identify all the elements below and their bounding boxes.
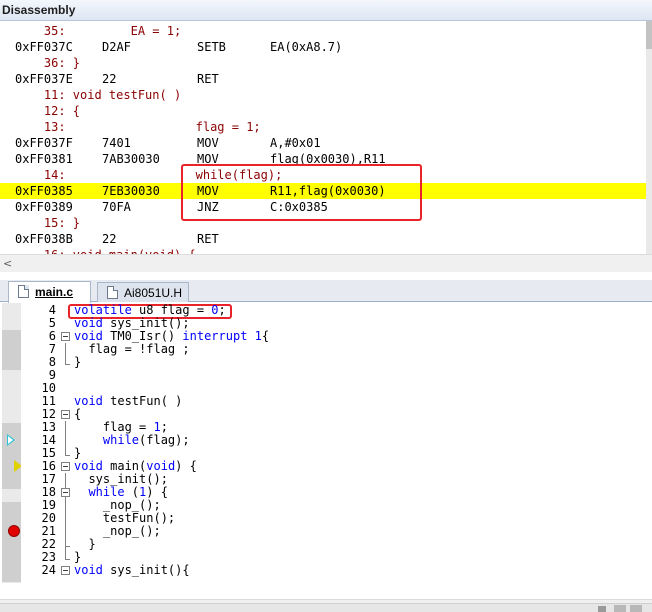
tab-label: Ai8051U.H [124, 286, 183, 300]
breakpoint-icon[interactable] [8, 525, 20, 537]
instruction-address: 0xFF037E [15, 72, 73, 86]
gutter-code-block [2, 502, 21, 582]
tab-main-c[interactable]: main.c [8, 281, 91, 303]
instruction-mnemonic: RET [197, 72, 219, 86]
source-text: 11: void testFun( ) [15, 88, 182, 102]
disassembly-instruction-line[interactable]: 0xFF037C D2AF SETB EA(0xA8.7) [0, 39, 646, 55]
fold-end [65, 364, 70, 365]
fold-toggle-icon[interactable] [61, 564, 71, 577]
bottom-scrollbar[interactable] [0, 603, 652, 612]
disassembly-source-line[interactable]: 13: flag = 1; [0, 119, 646, 135]
code-line[interactable]: } [74, 538, 644, 551]
instruction-opcode: 7EB30030 [102, 184, 160, 198]
scroll-button[interactable] [614, 605, 626, 612]
disassembly-vertical-scrollbar[interactable] [646, 21, 652, 254]
code-line[interactable]: void testFun( ) [74, 395, 644, 408]
tab-ai8051u-h[interactable]: Ai8051U.H [97, 282, 189, 302]
cyan-arrow-icon [7, 434, 15, 446]
instruction-mnemonic: SETB [197, 40, 226, 54]
fold-line [65, 421, 66, 455]
fold-toggle-icon[interactable] [61, 330, 71, 343]
disassembly-source-line[interactable]: 35: EA = 1; [0, 23, 646, 39]
fold-end [65, 455, 70, 456]
disassembly-title-bar: Disassembly [0, 0, 652, 21]
disassembly-title: Disassembly [2, 3, 76, 17]
disassembly-horizontal-scrollbar[interactable]: < [0, 254, 652, 272]
fold-toggle-icon[interactable] [61, 460, 71, 473]
instruction-opcode: 22 [102, 72, 117, 86]
instruction-opcode: 70FA [102, 200, 131, 214]
line-number: 24 [41, 563, 56, 577]
code-line[interactable]: void sys_init(){ [74, 564, 644, 577]
tab-label: main.c [35, 285, 74, 299]
instruction-address: 0xFF0381 [15, 152, 73, 166]
gutter-code-block [2, 330, 21, 370]
editor-gutter[interactable] [2, 303, 22, 583]
instruction-address: 0xFF037C [15, 40, 73, 54]
source-text: 16: void main(void) { [15, 247, 196, 254]
instruction-operands: EA(0xA8.7) [270, 40, 343, 54]
instruction-opcode: 7AB30030 [102, 152, 160, 166]
disassembly-source-line[interactable]: 12: { [0, 103, 646, 119]
scroll-button[interactable] [630, 605, 642, 612]
gutter-code-block [2, 423, 21, 489]
disassembly-source-line[interactable]: 36: } [0, 55, 646, 71]
source-text: 12: { [15, 104, 81, 118]
code-line[interactable] [74, 369, 644, 382]
fold-line [65, 343, 66, 364]
file-icon [107, 286, 118, 299]
code-line[interactable]: _nop_(); [74, 525, 644, 538]
code-line[interactable]: } [74, 356, 644, 369]
instruction-address: 0xFF038B [15, 232, 73, 246]
scrollbar-thumb[interactable] [598, 606, 606, 612]
instruction-operands: A,#0x01 [270, 136, 321, 150]
disassembly-instruction-line[interactable]: 0xFF037E 22 RET [0, 71, 646, 87]
code-line[interactable]: while(flag); [74, 434, 644, 447]
disassembly-instruction-line[interactable]: 0xFF037F 7401 MOV A,#0x01 [0, 135, 646, 151]
fold-end [65, 559, 70, 560]
line-numbers: 4 5 6 7 8 9 10 11 12 13 14 15 16 17 18 19 20 21 22 23 24 [21, 303, 59, 583]
source-text: 36: } [15, 56, 81, 70]
instruction-address: 0xFF0389 [15, 200, 73, 214]
code-line[interactable]: flag = !flag ; [74, 343, 644, 356]
instruction-address: 0xFF037F [15, 136, 73, 150]
instruction-mnemonic: RET [197, 232, 219, 246]
source-text: 13: flag = 1; [15, 120, 261, 134]
panel-splitter[interactable] [0, 272, 652, 280]
disassembly-source-line[interactable]: 16: void main(void) { [0, 247, 646, 254]
source-text: 15: } [15, 216, 81, 230]
fold-toggle-icon[interactable] [61, 408, 71, 421]
editor-tab-bar: main.c Ai8051U.H [0, 280, 652, 303]
scroll-left-icon[interactable]: < [3, 257, 12, 270]
fold-toggle-icon[interactable] [61, 486, 71, 499]
scrollbar-thumb[interactable] [646, 21, 652, 49]
instruction-opcode: D2AF [102, 40, 131, 54]
instruction-opcode: 7401 [102, 136, 131, 150]
disassembly-instruction-line[interactable]: 0xFF038B 22 RET [0, 231, 646, 247]
fold-end [65, 546, 70, 547]
instruction-opcode: 22 [102, 232, 117, 246]
source-text: 35: EA = 1; [15, 24, 182, 38]
disassembly-source-line[interactable]: 11: void testFun( ) [0, 87, 646, 103]
annotation-box-while-loop [181, 164, 422, 221]
file-icon [18, 285, 29, 298]
instruction-address: 0xFF0385 [15, 184, 73, 198]
instruction-mnemonic: MOV [197, 136, 219, 150]
